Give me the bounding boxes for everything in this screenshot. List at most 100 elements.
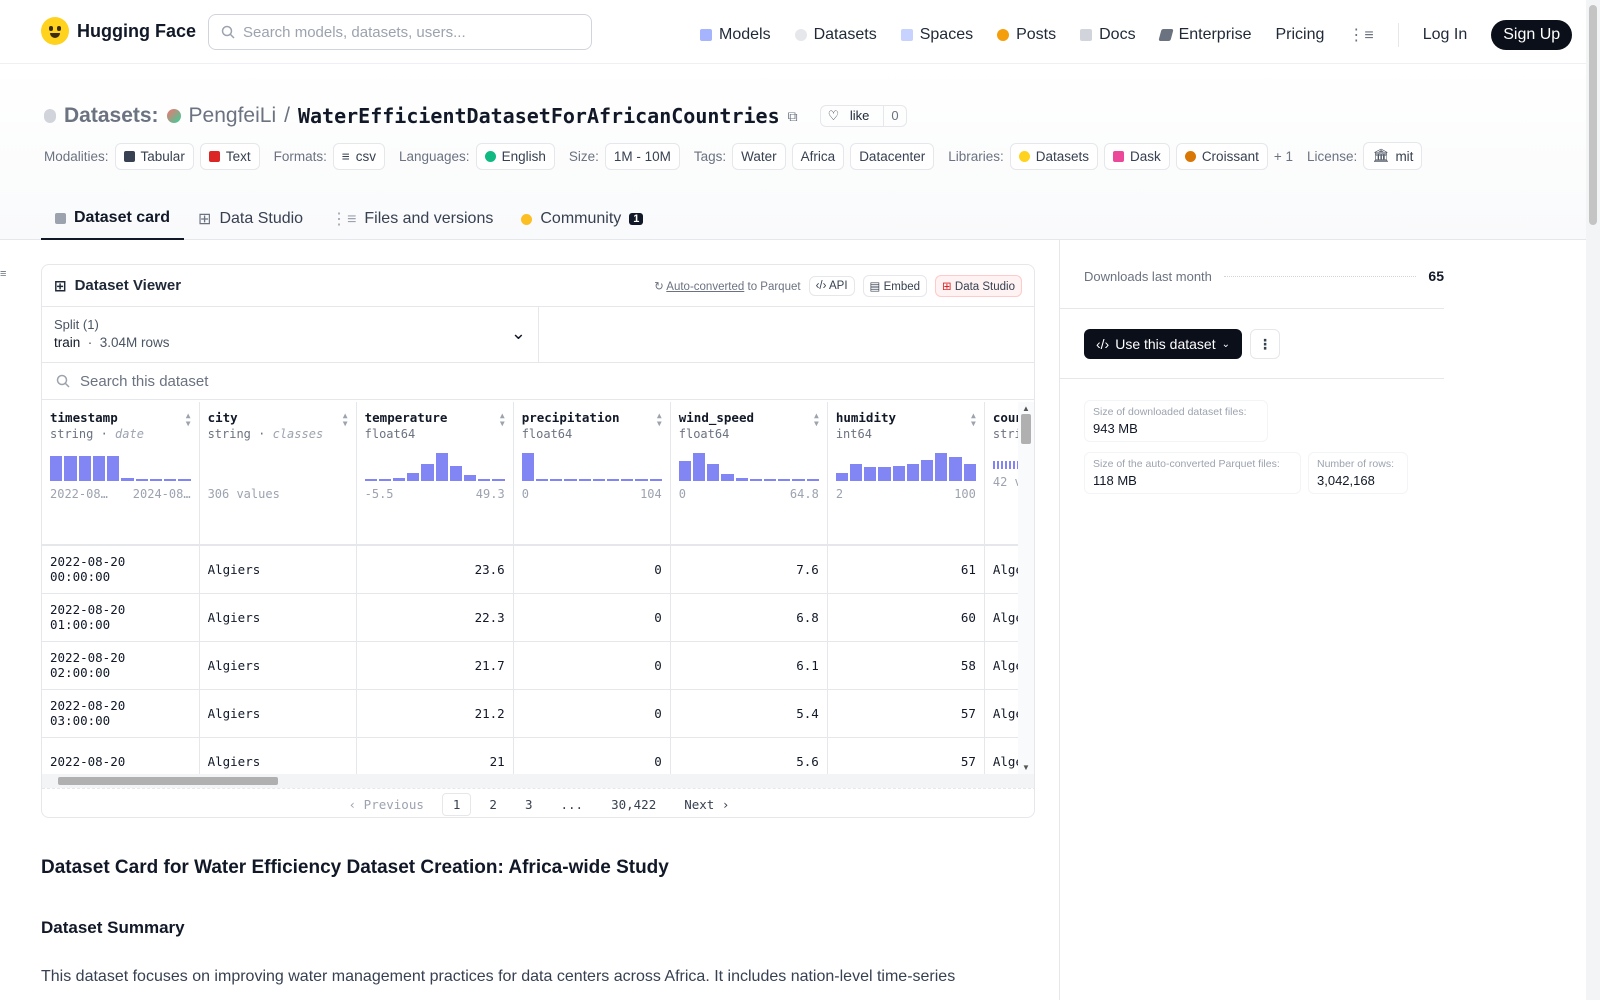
table-cell-wind_speed[interactable]: 6.1 bbox=[670, 641, 828, 690]
tab-community[interactable]: Community 1 bbox=[507, 198, 657, 240]
table-cell-city[interactable]: Algiers bbox=[199, 593, 357, 642]
tag-tabular[interactable]: Tabular bbox=[114, 142, 194, 170]
histogram-bar[interactable] bbox=[478, 479, 491, 481]
global-search-input[interactable]: Search models, datasets, users... bbox=[208, 14, 592, 50]
histogram-bar[interactable] bbox=[50, 455, 63, 481]
signup-button[interactable]: Sign Up bbox=[1491, 20, 1573, 50]
histogram-bar[interactable] bbox=[578, 479, 591, 481]
nav-enterprise[interactable]: Enterprise bbox=[1157, 26, 1251, 44]
histogram-bar[interactable] bbox=[393, 478, 406, 481]
page-scroll-thumb[interactable] bbox=[1589, 5, 1597, 225]
histogram-bar[interactable] bbox=[564, 479, 577, 481]
table-cell-precipitation[interactable]: 0 bbox=[513, 545, 671, 594]
column-header-wind_speed[interactable]: wind_speed float64 ▲ ▼ 0 64.8 bbox=[670, 402, 828, 546]
table-row[interactable]: 2022-08-20 00:00:00Algiers23.607.661Alge… bbox=[42, 545, 1019, 594]
histogram-bar[interactable] bbox=[778, 479, 791, 481]
table-row[interactable]: 2022-08-20 03:00:00Algiers21.205.457Alge… bbox=[42, 689, 1019, 738]
page-2[interactable]: 2 bbox=[479, 794, 507, 815]
column-header-humidity[interactable]: humidity int64 ▲ ▼ 2 100 bbox=[827, 402, 985, 546]
table-cell-precipitation[interactable]: 0 bbox=[513, 689, 671, 738]
sort-icon[interactable]: ▲ ▼ bbox=[657, 412, 662, 428]
copy-icon[interactable]: ⧉ bbox=[788, 108, 798, 125]
table-row[interactable]: 2022-08-20Algiers2105.657Algeria bbox=[42, 737, 1019, 774]
histogram-bar[interactable] bbox=[692, 453, 706, 481]
toc-toggle-icon[interactable]: ≡ bbox=[0, 268, 6, 280]
tag-water[interactable]: Water bbox=[732, 142, 786, 170]
table-cell-temperature[interactable]: 22.3 bbox=[356, 593, 514, 642]
histogram-bar[interactable] bbox=[806, 479, 819, 481]
tag-dask[interactable]: Dask bbox=[1104, 142, 1170, 170]
column-header-temperature[interactable]: temperature float64 ▲ ▼ -5.5 49.3 bbox=[356, 402, 514, 546]
histogram-bar[interactable] bbox=[421, 464, 434, 481]
histogram-bar[interactable] bbox=[763, 479, 777, 481]
histogram-bar[interactable] bbox=[621, 479, 634, 481]
table-cell-country[interactable]: Algeria bbox=[984, 545, 1019, 594]
table-cell-country[interactable]: Algeria bbox=[984, 737, 1019, 774]
table-cell-timestamp[interactable]: 2022-08-20 03:00:00 bbox=[42, 689, 200, 738]
sort-icon[interactable]: ▲ ▼ bbox=[814, 412, 819, 428]
histogram-bar[interactable] bbox=[164, 479, 177, 481]
table-cell-wind_speed[interactable]: 5.4 bbox=[670, 689, 828, 738]
histogram-bar[interactable] bbox=[521, 453, 534, 481]
table-cell-temperature[interactable]: 21.7 bbox=[356, 641, 514, 690]
more-options-button[interactable]: ⋮ bbox=[1250, 329, 1280, 359]
tag-africa[interactable]: Africa bbox=[791, 142, 845, 170]
histogram-bar[interactable] bbox=[64, 455, 77, 481]
histogram-bar[interactable] bbox=[835, 472, 849, 481]
histogram-bar[interactable] bbox=[864, 467, 877, 481]
histogram-bar[interactable] bbox=[550, 479, 563, 481]
histogram-bar[interactable] bbox=[963, 464, 976, 481]
table-cell-city[interactable]: Algiers bbox=[199, 737, 357, 774]
section-label[interactable]: Datasets: bbox=[64, 104, 159, 128]
table-cell-timestamp[interactable]: 2022-08-20 02:00:00 bbox=[42, 641, 200, 690]
table-cell-city[interactable]: Algiers bbox=[199, 689, 357, 738]
histogram-bar[interactable] bbox=[892, 465, 905, 481]
tag-size[interactable]: 1M - 10M bbox=[604, 142, 680, 170]
nav-pricing[interactable]: Pricing bbox=[1275, 26, 1324, 44]
table-cell-city[interactable]: Algiers bbox=[199, 545, 357, 594]
histogram-bar[interactable] bbox=[721, 474, 734, 481]
histogram-bar[interactable] bbox=[606, 479, 620, 481]
nav-posts[interactable]: Posts bbox=[997, 26, 1056, 44]
repo-owner-link[interactable]: PengfeiLi bbox=[189, 104, 277, 128]
table-cell-temperature[interactable]: 21 bbox=[356, 737, 514, 774]
page-last[interactable]: 30,422 bbox=[601, 794, 666, 815]
table-row[interactable]: 2022-08-20 01:00:00Algiers22.306.860Alge… bbox=[42, 593, 1019, 642]
histogram-bar[interactable] bbox=[78, 455, 91, 481]
table-cell-temperature[interactable]: 23.6 bbox=[356, 545, 514, 594]
histogram-bar[interactable] bbox=[107, 455, 120, 481]
tag-croissant[interactable]: Croissant bbox=[1175, 142, 1268, 170]
auto-converted-note[interactable]: ↻ Auto-converted to Parquet bbox=[654, 279, 800, 293]
tab-dataset-card[interactable]: Dataset card bbox=[41, 198, 185, 240]
grid-hscroll-thumb[interactable] bbox=[58, 777, 278, 785]
table-cell-humidity[interactable]: 57 bbox=[827, 689, 985, 738]
grid-vscroll-thumb[interactable] bbox=[1021, 414, 1031, 444]
histogram-bar[interactable] bbox=[878, 467, 891, 481]
table-cell-country[interactable]: Algeria bbox=[984, 689, 1019, 738]
histogram-bar[interactable] bbox=[707, 464, 720, 481]
histogram-bar[interactable] bbox=[749, 479, 762, 481]
table-row[interactable]: 2022-08-20 02:00:00Algiers21.706.158Alge… bbox=[42, 641, 1019, 690]
histogram-bar[interactable] bbox=[464, 475, 477, 481]
table-cell-country[interactable]: Algeria bbox=[984, 641, 1019, 690]
nav-datasets[interactable]: Datasets bbox=[794, 26, 877, 44]
table-cell-city[interactable]: Algiers bbox=[199, 641, 357, 690]
histogram-bar[interactable] bbox=[178, 479, 191, 481]
table-cell-wind_speed[interactable]: 5.6 bbox=[670, 737, 828, 774]
sort-icon[interactable]: ▲ ▼ bbox=[500, 412, 505, 428]
tag-license[interactable]: 🏛 mit bbox=[1363, 142, 1423, 170]
histogram-bar[interactable] bbox=[850, 464, 863, 481]
table-cell-country[interactable]: Algeria bbox=[984, 593, 1019, 642]
histogram-bar[interactable] bbox=[906, 464, 920, 481]
tag-datacenter[interactable]: Datacenter bbox=[850, 142, 935, 170]
table-cell-precipitation[interactable]: 0 bbox=[513, 737, 671, 774]
dataset-search-input[interactable]: Search this dataset bbox=[42, 363, 1034, 400]
tag-english[interactable]: English bbox=[475, 142, 555, 170]
table-cell-temperature[interactable]: 21.2 bbox=[356, 689, 514, 738]
table-cell-wind_speed[interactable]: 7.6 bbox=[670, 545, 828, 594]
grid-vertical-scrollbar[interactable]: ▲ ▼ bbox=[1018, 402, 1034, 774]
histogram-bar[interactable] bbox=[449, 465, 463, 481]
histogram-bar[interactable] bbox=[921, 460, 934, 481]
histogram-bar[interactable] bbox=[135, 479, 148, 481]
histogram-bar[interactable] bbox=[649, 479, 662, 481]
